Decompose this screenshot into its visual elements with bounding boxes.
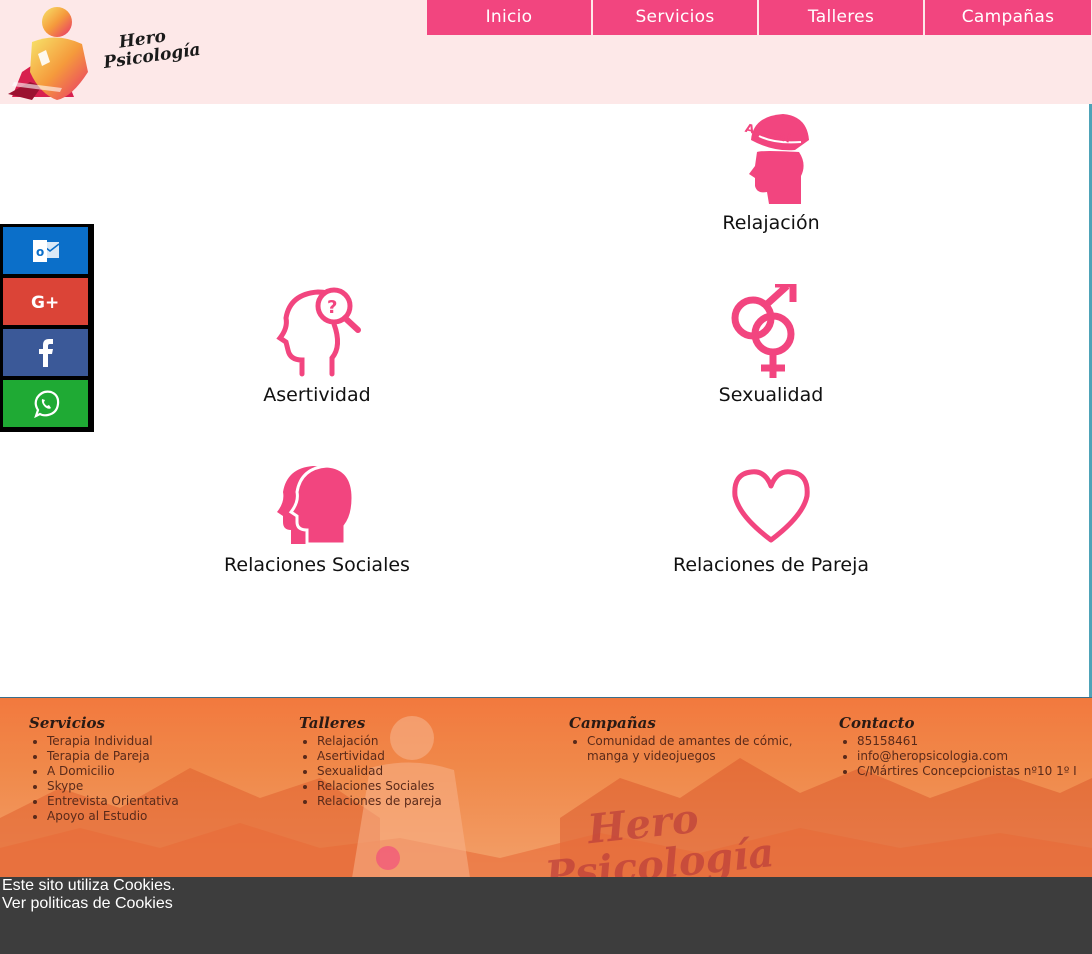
- footer-heading-servicios: Servicios: [29, 714, 105, 732]
- google-plus-icon: G+: [31, 293, 59, 313]
- services-grid: Aaaaa! Relajación ? Asertividad Sexualid…: [0, 104, 1092, 697]
- service-relajacion[interactable]: Aaaaa! Relajación: [621, 112, 921, 234]
- svg-text:G+: G+: [31, 293, 59, 313]
- gender-symbols-icon: [731, 284, 797, 378]
- footer-link[interactable]: Terapia Individual: [47, 734, 179, 749]
- svg-text:o: o: [36, 245, 44, 259]
- heart-icon: [732, 469, 810, 543]
- footer-heading-campanas: Campañas: [569, 714, 656, 732]
- service-asertividad[interactable]: ? Asertividad: [167, 284, 467, 406]
- svg-text:?: ?: [327, 297, 337, 318]
- footer-link[interactable]: Relaciones Sociales: [317, 779, 442, 794]
- footer-link[interactable]: Apoyo al Estudio: [47, 809, 179, 824]
- footer-link[interactable]: Sexualidad: [317, 764, 442, 779]
- cookie-policy-link[interactable]: Ver politicas de Cookies: [0, 895, 1092, 913]
- main-nav: Inicio Servicios Talleres Campañas: [427, 0, 1091, 35]
- footer-col-contacto: Contacto 85158461 info@heropsicologia.co…: [839, 714, 1077, 779]
- footer-heading-contacto: Contacto: [839, 714, 915, 732]
- site-logo[interactable]: Hero Psicología: [2, 2, 202, 102]
- footer-heading-talleres: Talleres: [299, 714, 366, 732]
- two-heads-icon: [277, 464, 355, 546]
- cookie-message: Este sito utiliza Cookies.: [2, 877, 176, 894]
- facebook-icon: [38, 338, 53, 367]
- site-header: Hero Psicología Inicio Servicios Tallere…: [0, 0, 1092, 104]
- service-relaciones-pareja[interactable]: Relaciones de Pareja: [621, 464, 921, 576]
- logo-text: Hero Psicología: [100, 24, 202, 73]
- social-share-bar: o G+: [0, 224, 94, 432]
- head-open-icon: Aaaaa!: [744, 114, 809, 204]
- nav-campanas[interactable]: Campañas: [925, 0, 1091, 35]
- site-footer: Hero Psicología Servicios Terapia Indivi…: [0, 697, 1092, 878]
- whatsapp-icon: [33, 390, 59, 418]
- footer-link-line: manga y videojuegos: [587, 749, 716, 763]
- nav-talleres[interactable]: Talleres: [759, 0, 923, 35]
- footer-col-talleres: Talleres Relajación Asertividad Sexualid…: [299, 714, 442, 809]
- footer-link[interactable]: Relaciones de pareja: [317, 794, 442, 809]
- footer-contact-email[interactable]: info@heropsicologia.com: [857, 749, 1077, 764]
- service-label-relajacion: Relajación: [722, 212, 820, 234]
- footer-link-line: Comunidad de amantes de cómic,: [587, 734, 793, 748]
- footer-link[interactable]: Entrevista Orientativa: [47, 794, 179, 809]
- footer-link[interactable]: Terapia de Pareja: [47, 749, 179, 764]
- share-outlook-button[interactable]: o: [3, 227, 88, 274]
- nav-servicios[interactable]: Servicios: [593, 0, 757, 35]
- head-question-icon: ?: [276, 287, 361, 377]
- nav-inicio[interactable]: Inicio: [427, 0, 591, 35]
- share-whatsapp-button[interactable]: [3, 380, 88, 427]
- share-facebook-button[interactable]: [3, 329, 88, 376]
- service-label-relaciones-pareja: Relaciones de Pareja: [672, 554, 870, 576]
- outlook-icon: o: [32, 239, 59, 262]
- footer-contact-phone[interactable]: 85158461: [857, 734, 1077, 749]
- footer-contact-address: C/Mártires Concepcionistas nº10 1º I: [857, 764, 1077, 779]
- service-sexualidad[interactable]: Sexualidad: [621, 284, 921, 406]
- runner-logo-icon: [8, 7, 88, 100]
- service-relaciones-sociales[interactable]: Relaciones Sociales: [167, 464, 467, 576]
- footer-link[interactable]: Comunidad de amantes de cómic,manga y vi…: [587, 734, 793, 764]
- cookie-banner: Este sito utiliza Cookies. Ver politicas…: [0, 877, 1092, 954]
- share-google-plus-button[interactable]: G+: [3, 278, 88, 325]
- service-label-asertividad: Asertividad: [263, 384, 371, 406]
- footer-col-servicios: Servicios Terapia Individual Terapia de …: [29, 714, 179, 824]
- footer-link[interactable]: Relajación: [317, 734, 442, 749]
- service-label-relaciones-sociales: Relaciones Sociales: [224, 554, 410, 576]
- footer-link[interactable]: A Domicilio: [47, 764, 179, 779]
- service-label-sexualidad: Sexualidad: [718, 384, 824, 406]
- footer-col-campanas: Campañas Comunidad de amantes de cómic,m…: [569, 714, 793, 764]
- footer-link[interactable]: Asertividad: [317, 749, 442, 764]
- footer-link[interactable]: Skype: [47, 779, 179, 794]
